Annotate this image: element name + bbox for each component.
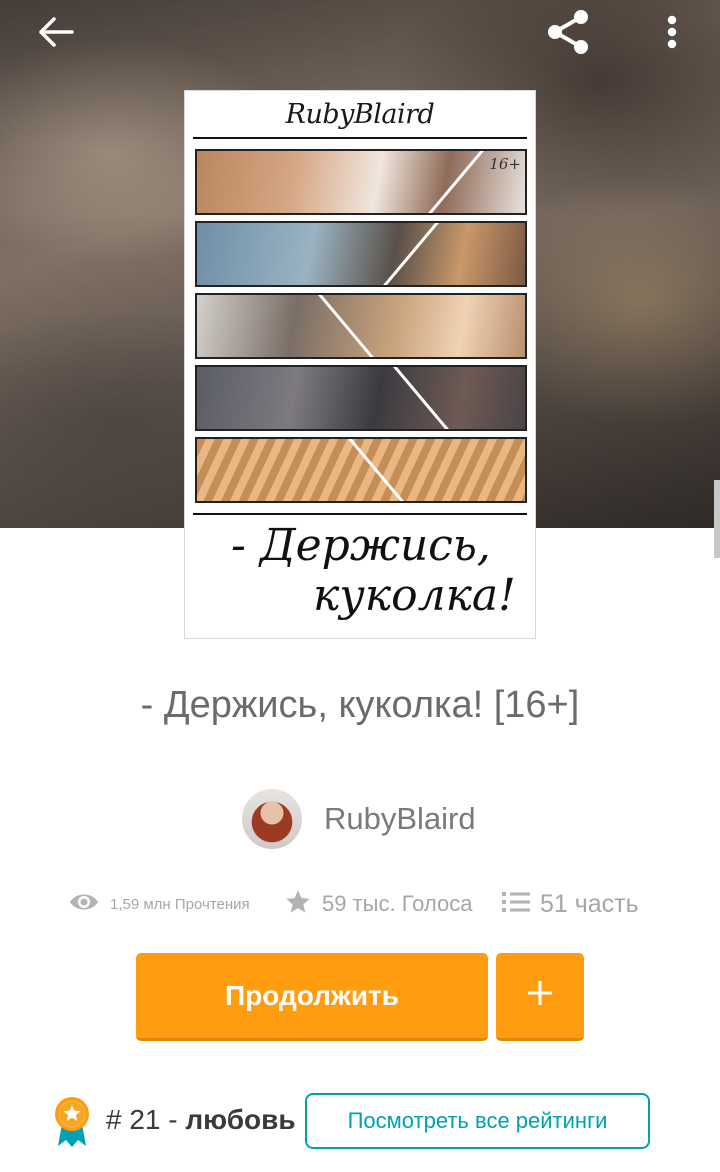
reads-stat: 1,59 млн Прочтения bbox=[68, 884, 250, 924]
plus-icon bbox=[526, 979, 554, 1012]
list-icon bbox=[502, 890, 530, 919]
cover-divider bbox=[363, 223, 444, 285]
cover-rule bbox=[193, 513, 527, 515]
continue-label: Продолжить bbox=[225, 979, 399, 1011]
votes-count: 59 тыс. Голоса bbox=[322, 891, 473, 916]
view-all-ratings-button[interactable]: Посмотреть все рейтинги bbox=[305, 1093, 650, 1149]
more-vertical-icon bbox=[666, 14, 678, 55]
back-button[interactable] bbox=[28, 8, 84, 60]
cover-divider bbox=[408, 151, 489, 213]
share-button[interactable] bbox=[540, 6, 596, 62]
cover-divider bbox=[313, 295, 394, 357]
author-name[interactable]: RubyBlaird bbox=[324, 801, 476, 837]
cover-photo-strip bbox=[195, 365, 527, 431]
cover-rule bbox=[193, 137, 527, 139]
reads-count: 1,59 млн Прочтения bbox=[110, 895, 250, 913]
cover-photo-strip bbox=[195, 221, 527, 287]
author-link[interactable]: RubyBlaird bbox=[242, 788, 476, 850]
award-ribbon-icon bbox=[52, 1096, 92, 1148]
scrollbar[interactable] bbox=[714, 480, 720, 558]
votes-stat: 59 тыс. Голоса bbox=[284, 884, 472, 924]
rank-tag: любовь bbox=[185, 1104, 296, 1135]
cover-divider bbox=[388, 367, 469, 429]
book-cover[interactable]: RubyBlaird 16+ - Держись, куколка! bbox=[184, 90, 536, 639]
eye-icon bbox=[68, 891, 100, 918]
book-title: - Держись, куколка! [16+] bbox=[140, 684, 580, 726]
avatar[interactable] bbox=[242, 789, 302, 849]
parts-stat: 51 часть bbox=[502, 884, 639, 924]
arrow-left-icon bbox=[38, 16, 74, 53]
top-app-bar bbox=[0, 0, 720, 70]
rank-label: # 21 - любовь bbox=[106, 1104, 296, 1136]
continue-reading-button[interactable]: Продолжить bbox=[136, 953, 488, 1041]
view-all-ratings-label: Посмотреть все рейтинги bbox=[347, 1108, 608, 1133]
cover-photo-strip: 16+ bbox=[195, 149, 527, 215]
cover-photo-strip bbox=[195, 293, 527, 359]
cover-title-line: куколка! bbox=[313, 570, 516, 621]
cover-age-tag: 16+ bbox=[489, 155, 521, 173]
cover-author-script: RubyBlaird bbox=[285, 99, 435, 130]
rank-number: # 21 bbox=[106, 1104, 161, 1135]
story-stats: 1,59 млн Прочтения 59 тыс. Голоса 51 час… bbox=[68, 884, 668, 924]
add-to-library-button[interactable] bbox=[496, 953, 584, 1041]
rank-separator: - bbox=[168, 1104, 178, 1135]
parts-count: 51 часть bbox=[540, 889, 639, 918]
share-icon bbox=[543, 7, 593, 62]
cover-divider bbox=[343, 439, 424, 501]
cover-photo-strip bbox=[195, 437, 527, 503]
cover-title-line: - Держись, bbox=[231, 520, 491, 571]
more-options-button[interactable] bbox=[650, 8, 694, 60]
star-icon bbox=[284, 888, 312, 921]
